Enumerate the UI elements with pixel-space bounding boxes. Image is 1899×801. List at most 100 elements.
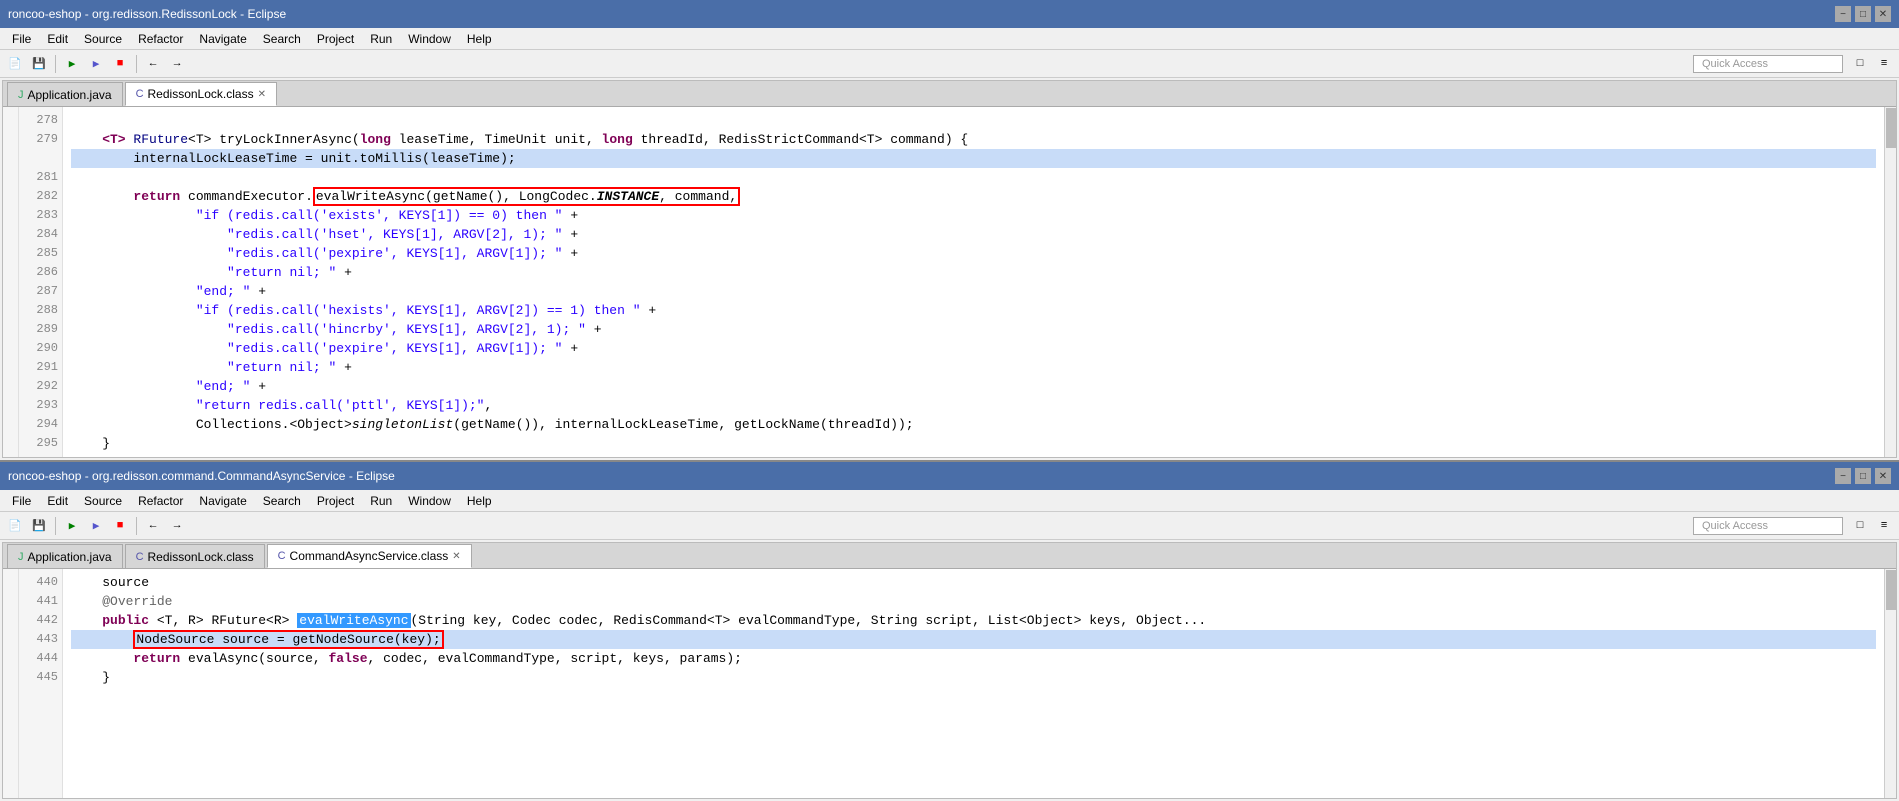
tab-label-3: Application.java: [28, 550, 112, 564]
tab-redissonlock-1[interactable]: C RedissonLock.class ✕: [125, 82, 277, 106]
gutter-2: [3, 569, 19, 798]
toolbar-forward-1[interactable]: →: [166, 53, 188, 75]
code-area-2: 440441442443444445 source @Override publ…: [3, 569, 1896, 798]
main-container: roncoo-eshop - org.redisson.RedissonLock…: [0, 0, 1899, 801]
toolbar-back-2[interactable]: ←: [142, 515, 164, 537]
toolbar-back-1[interactable]: ←: [142, 53, 164, 75]
menu-edit-2[interactable]: Edit: [39, 492, 76, 510]
title-text-1: roncoo-eshop - org.redisson.RedissonLock…: [8, 7, 286, 21]
code-line-286: "return nil; " +: [71, 263, 1876, 282]
editor-panel-2: J Application.java C RedissonLock.class …: [2, 542, 1897, 799]
tab-close-2[interactable]: ✕: [258, 89, 266, 100]
code-line-291: "return nil; " +: [71, 358, 1876, 377]
toolbar-save-1[interactable]: 💾: [28, 53, 50, 75]
maximize-btn-1[interactable]: □: [1855, 6, 1871, 22]
toolbar-stop-2[interactable]: ■: [109, 515, 131, 537]
toolbar-save-2[interactable]: 💾: [28, 515, 50, 537]
tab-bar-2: J Application.java C RedissonLock.class …: [3, 543, 1896, 569]
code-line-279: <T> RFuture<T> tryLockInnerAsync(long le…: [71, 130, 1876, 149]
code-content-2: source @Override public <T, R> RFuture<R…: [63, 569, 1884, 798]
toolbar-perspective-2[interactable]: □: [1849, 515, 1871, 537]
tab-icon-1: J: [18, 89, 24, 101]
toolbar-stop-1[interactable]: ■: [109, 53, 131, 75]
quick-access-1[interactable]: Quick Access: [1693, 55, 1843, 73]
menu-file-2[interactable]: File: [4, 492, 39, 510]
code-line-445: }: [71, 668, 1876, 687]
code-line-281: [71, 168, 1876, 187]
tab-icon-3: J: [18, 551, 24, 563]
close-btn-1[interactable]: ✕: [1875, 6, 1891, 22]
menu-project-2[interactable]: Project: [309, 492, 362, 510]
toolbar-sep2-2: [136, 517, 137, 535]
scrollbar-v-1[interactable]: [1884, 107, 1896, 457]
tab-label-4: RedissonLock.class: [148, 550, 254, 564]
toolbar-run-1[interactable]: ▶: [61, 53, 83, 75]
eclipse-window-2: roncoo-eshop - org.redisson.command.Comm…: [0, 462, 1899, 801]
menu-help-1[interactable]: Help: [459, 30, 500, 48]
menu-help-2[interactable]: Help: [459, 492, 500, 510]
toolbar-forward-2[interactable]: →: [166, 515, 188, 537]
code-line-441: @Override: [71, 592, 1876, 611]
scrollbar-thumb-1[interactable]: [1886, 108, 1896, 148]
code-line-442: public <T, R> RFuture<R> evalWriteAsync(…: [71, 611, 1876, 630]
toolbar-layout-2[interactable]: ≡: [1873, 515, 1895, 537]
code-line-444: return evalAsync(source, false, codec, e…: [71, 649, 1876, 668]
code-area-1: 278279 281282283284285286287288289290291…: [3, 107, 1896, 457]
scrollbar-thumb-2[interactable]: [1886, 570, 1896, 610]
tab-redissonlock-2[interactable]: C RedissonLock.class: [125, 544, 265, 568]
close-btn-2[interactable]: ✕: [1875, 468, 1891, 484]
menu-search-1[interactable]: Search: [255, 30, 309, 48]
menu-project-1[interactable]: Project: [309, 30, 362, 48]
tab-icon-2: C: [136, 88, 144, 100]
code-line-289: "redis.call('hincrby', KEYS[1], ARGV[2],…: [71, 320, 1876, 339]
toolbar-1: 📄 💾 ▶ ▶ ■ ← → Quick Access □ ≡: [0, 50, 1899, 78]
tab-commandasync-2[interactable]: C CommandAsyncService.class ✕: [267, 544, 472, 568]
maximize-btn-2[interactable]: □: [1855, 468, 1871, 484]
menu-window-1[interactable]: Window: [400, 30, 459, 48]
menu-window-2[interactable]: Window: [400, 492, 459, 510]
code-line-278: [71, 111, 1876, 130]
toolbar-sep2-1: [136, 55, 137, 73]
tab-label-1: Application.java: [28, 88, 112, 102]
menu-run-2[interactable]: Run: [362, 492, 400, 510]
toolbar-new-1[interactable]: 📄: [4, 53, 26, 75]
toolbar-new-2[interactable]: 📄: [4, 515, 26, 537]
tab-bar-1: J Application.java C RedissonLock.class …: [3, 81, 1896, 107]
menu-refactor-1[interactable]: Refactor: [130, 30, 191, 48]
tab-close-5[interactable]: ✕: [452, 551, 460, 562]
scrollbar-v-2[interactable]: [1884, 569, 1896, 798]
menu-edit-1[interactable]: Edit: [39, 30, 76, 48]
code-line-287: "end; " +: [71, 282, 1876, 301]
toolbar-perspective-1[interactable]: □: [1849, 53, 1871, 75]
tab-icon-4: C: [136, 551, 144, 563]
menu-search-2[interactable]: Search: [255, 492, 309, 510]
tab-application-java-2[interactable]: J Application.java: [7, 544, 123, 568]
menu-bar-2: File Edit Source Refactor Navigate Searc…: [0, 490, 1899, 512]
toolbar-debug-2[interactable]: ▶: [85, 515, 107, 537]
menu-source-1[interactable]: Source: [76, 30, 130, 48]
toolbar-2: 📄 💾 ▶ ▶ ■ ← → Quick Access □ ≡: [0, 512, 1899, 540]
menu-refactor-2[interactable]: Refactor: [130, 492, 191, 510]
menu-source-2[interactable]: Source: [76, 492, 130, 510]
minimize-btn-2[interactable]: −: [1835, 468, 1851, 484]
title-text-2: roncoo-eshop - org.redisson.command.Comm…: [8, 469, 395, 483]
toolbar-layout-1[interactable]: ≡: [1873, 53, 1895, 75]
tab-application-java-1[interactable]: J Application.java: [7, 82, 123, 106]
code-line-294: Collections.<Object>singletonList(getNam…: [71, 415, 1876, 434]
minimize-btn-1[interactable]: −: [1835, 6, 1851, 22]
menu-navigate-2[interactable]: Navigate: [191, 492, 254, 510]
menu-navigate-1[interactable]: Navigate: [191, 30, 254, 48]
toolbar-run-2[interactable]: ▶: [61, 515, 83, 537]
code-line-280: internalLockLeaseTime = unit.toMillis(le…: [71, 149, 1876, 168]
toolbar-debug-1[interactable]: ▶: [85, 53, 107, 75]
code-line-292: "end; " +: [71, 377, 1876, 396]
menu-run-1[interactable]: Run: [362, 30, 400, 48]
menu-file-1[interactable]: File: [4, 30, 39, 48]
tab-label-2: RedissonLock.class: [148, 87, 254, 101]
gutter-1: [3, 107, 19, 457]
toolbar-sep-1: [55, 55, 56, 73]
toolbar-sep-2: [55, 517, 56, 535]
code-line-282: return commandExecutor.evalWriteAsync(ge…: [71, 187, 1876, 206]
quick-access-2[interactable]: Quick Access: [1693, 517, 1843, 535]
window-controls-2: − □ ✕: [1835, 468, 1891, 484]
